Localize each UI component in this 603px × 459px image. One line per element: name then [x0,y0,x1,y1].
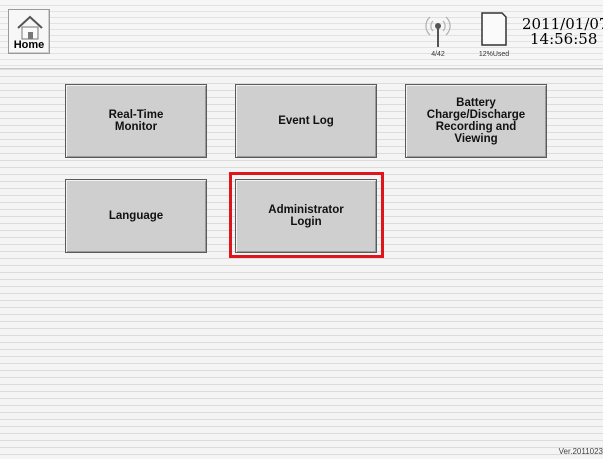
home-icon [17,15,43,40]
time-display: 14:56:58 [530,30,598,48]
storage-usage: 12%Used [478,51,510,58]
home-label: Home [13,39,45,51]
selection-highlight [229,172,384,258]
version-label: Ver.2011023 [558,447,603,456]
top-status-bar: Home 4/42 12%Used 2011/01/07 14:56:58 [0,0,603,69]
real-time-monitor-button[interactable]: Real-Time Monitor [65,84,207,158]
signal-icon [425,16,451,47]
storage-icon [481,12,507,46]
home-button[interactable]: Home [8,9,50,54]
signal-count: 4/42 [431,51,445,58]
event-log-button[interactable]: Event Log [235,84,377,158]
language-button[interactable]: Language [65,179,207,253]
battery-recording-button[interactable]: Battery Charge/Discharge Recording and V… [405,84,547,158]
